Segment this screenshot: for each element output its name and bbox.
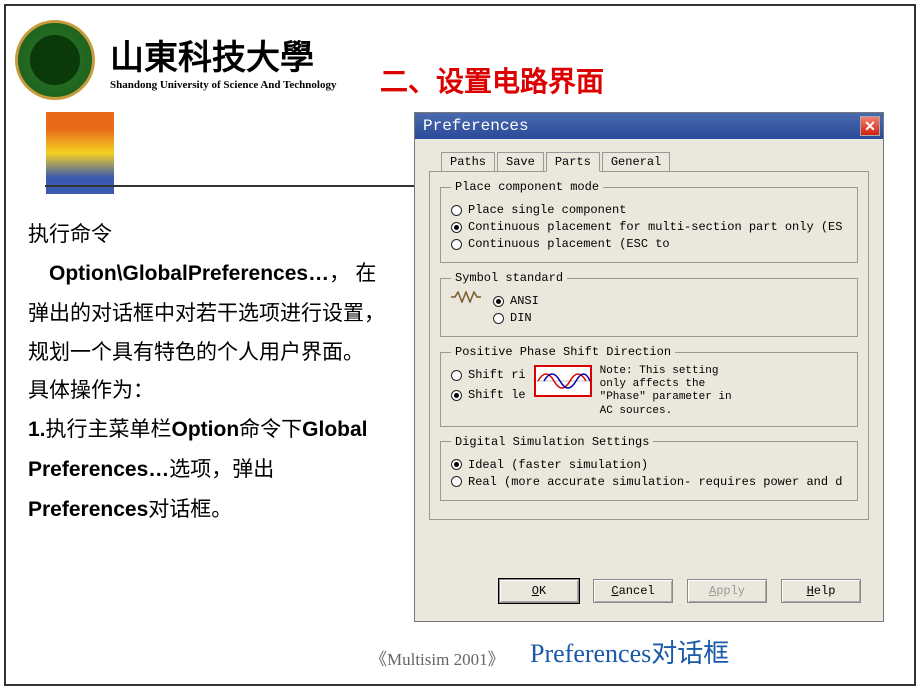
group-symbol-standard: Symbol standard ANSI DIN [440,271,858,337]
help-button[interactable]: Help [781,579,861,603]
university-logo [15,20,95,100]
cancel-button[interactable]: Cancel [593,579,673,603]
opt-ideal[interactable]: Ideal (faster simulation) [451,458,847,472]
opt-ansi[interactable]: ANSI [493,294,539,308]
group-place-mode: Place component mode Place single compon… [440,180,858,263]
radio-icon [451,390,462,401]
cmd-path: Option\GlobalPreferences… [49,262,329,285]
pref-word: Preferences [28,498,148,521]
legend-dig: Digital Simulation Settings [451,435,653,449]
dialog-title: Preferences [423,117,529,135]
opt-din[interactable]: DIN [493,311,539,325]
opt-cont-label: Continuous placement (ESC to [468,237,670,251]
footnote: 《Multisim 2001》 [370,645,505,670]
opt-real[interactable]: Real (more accurate simulation- requires… [451,475,847,489]
radio-icon [451,476,462,487]
tab-parts[interactable]: Parts [546,152,600,172]
decorative-bar [46,112,114,194]
legend-phase: Positive Phase Shift Direction [451,345,675,359]
preferences-dialog: Preferences ✕ Paths Save Parts General P… [414,112,884,622]
opt-cont-multi[interactable]: Continuous placement for multi-section p… [451,220,847,234]
phase-note: Note: This setting only affects the "Pha… [600,365,750,418]
n1: 1. [28,418,46,441]
t5h: 对话框。 [148,497,232,521]
opt-single[interactable]: Place single component [451,203,847,217]
close-icon[interactable]: ✕ [860,116,880,136]
dialog-caption: Preferences对话框 [530,633,729,670]
tab-page-parts: Place component mode Place single compon… [429,171,869,520]
line1: 执行命令 [28,222,112,246]
t5d: 命令下 [239,417,302,441]
apply-button[interactable]: Apply [687,579,767,603]
opt-shift-right-label: Shift ri [468,368,526,382]
dialog-titlebar: Preferences ✕ [415,113,883,139]
tab-paths[interactable]: Paths [441,152,495,172]
opt-real-label: Real (more accurate simulation- requires… [468,475,842,489]
ok-rest: K [539,584,546,598]
group-digital-sim: Digital Simulation Settings Ideal (faste… [440,435,858,501]
phase-wave-icon [534,365,592,397]
radio-icon [451,459,462,470]
radio-icon [451,239,462,250]
line4: 具体操作为： [28,378,154,402]
t5f: 选项，弹出 [169,457,274,481]
opt-ansi-label: ANSI [510,294,539,308]
t5b: 执行主菜单栏 [46,417,172,441]
legend-place: Place component mode [451,180,603,194]
section-title: 二、设置电路界面 [380,60,604,100]
opt-shift-left-label: Shift le [468,388,526,402]
opt-shift-left[interactable]: Shift le [451,388,526,402]
opt-single-label: Place single component [468,203,626,217]
radio-icon [451,222,462,233]
university-text: 山東科技大學 Shandong University of Science An… [110,30,336,91]
radio-icon [493,313,504,324]
comma: ， [329,261,350,285]
resistor-icon [451,291,481,303]
tabs: Paths Save Parts General [415,139,883,171]
legend-sym: Symbol standard [451,271,567,285]
dialog-buttons: OK Cancel Apply Help [499,579,861,603]
radio-icon [493,296,504,307]
radio-icon [451,370,462,381]
opt-cont-multi-label: Continuous placement for multi-section p… [468,220,842,234]
opt-ideal-label: Ideal (faster simulation) [468,458,648,472]
uni-name-cn: 山東科技大學 [110,30,336,79]
opt-word: Option [172,418,240,441]
tab-save[interactable]: Save [497,152,544,172]
opt-cont[interactable]: Continuous placement (ESC to [451,237,847,251]
opt-din-label: DIN [510,311,532,325]
tab-general[interactable]: General [602,152,670,172]
body-text: 执行命令 Option\GlobalPreferences…， 在弹出的对话框中… [28,215,388,530]
radio-icon [451,205,462,216]
header: 山東科技大學 Shandong University of Science An… [15,20,336,100]
ok-button[interactable]: OK [499,579,579,603]
opt-shift-right[interactable]: Shift ri [451,368,526,382]
uni-name-en: Shandong University of Science And Techn… [110,79,336,91]
group-phase-shift: Positive Phase Shift Direction Shift ri … [440,345,858,427]
